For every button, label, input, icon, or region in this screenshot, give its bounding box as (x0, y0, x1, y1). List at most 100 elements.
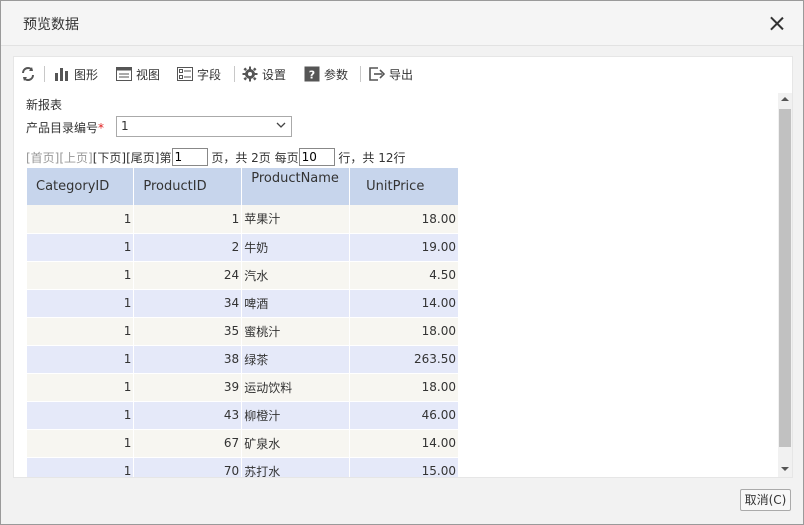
field-button[interactable]: 字段 (177, 65, 221, 83)
cell-product-id: 35 (133, 317, 243, 346)
current-page-input[interactable] (171, 148, 208, 166)
category-select[interactable]: 1 (116, 116, 292, 137)
cell-unit-price: 14.00 (349, 429, 459, 458)
view-button[interactable]: 视图 (116, 65, 160, 83)
scroll-down-icon[interactable] (781, 465, 789, 473)
cell-category-id: 1 (27, 233, 135, 262)
cell-product-id: 38 (133, 345, 243, 374)
pager-page-suffix: 行，共 12行 (334, 150, 406, 165)
cell-unit-price: 18.00 (349, 373, 459, 402)
chart-button-label: 图形 (74, 67, 99, 82)
refresh-button[interactable] (20, 65, 36, 83)
cell-product-id: 34 (133, 289, 243, 318)
param-label: 产品目录编号* (26, 119, 104, 136)
view-icon (116, 67, 132, 81)
cell-product-name: 牛奶 (241, 233, 351, 262)
prev-page-link[interactable]: [上页] (59, 149, 92, 166)
settings-button[interactable]: 设置 (242, 65, 286, 83)
cell-product-name: 苏打水 (241, 457, 351, 477)
cell-product-id: 67 (133, 429, 243, 458)
next-page-link[interactable]: [下页] (93, 149, 126, 166)
page-size-input[interactable] (298, 148, 335, 166)
question-icon: ? (304, 66, 320, 82)
column-header[interactable]: UnitPrice (349, 168, 459, 205)
cell-product-name: 柳橙汁 (241, 401, 351, 430)
cell-product-name: 绿茶 (241, 345, 351, 374)
cell-unit-price: 263.50 (349, 345, 459, 374)
cell-product-name: 蜜桃汁 (241, 317, 351, 346)
column-header[interactable]: CategoryID (27, 168, 135, 205)
param-button-label: 参数 (324, 67, 349, 82)
param-label-text: 产品目录编号 (26, 121, 99, 135)
export-icon (369, 67, 385, 81)
cell-product-id: 1 (133, 205, 243, 234)
column-header[interactable]: ProductID (133, 168, 243, 205)
chart-button[interactable]: 图形 (54, 65, 98, 83)
scrollbar-thumb[interactable] (779, 109, 791, 447)
cell-category-id: 1 (27, 345, 135, 374)
cell-category-id: 1 (27, 401, 135, 430)
cell-category-id: 1 (27, 261, 135, 290)
cell-category-id: 1 (27, 429, 135, 458)
scroll-up-icon[interactable] (781, 95, 789, 103)
refresh-icon (22, 67, 34, 81)
cell-product-id: 43 (133, 401, 243, 430)
field-icon (177, 67, 193, 81)
cell-category-id: 1 (27, 373, 135, 402)
cell-product-name: 啤酒 (241, 289, 351, 318)
preview-content: 图形 视图 字段 设置 ? 参数 导出 新报表 产品目录编号* 1 [首页] [… (13, 56, 793, 478)
cell-product-name: 运动饮料 (241, 373, 351, 402)
cell-category-id: 1 (27, 289, 135, 318)
vertical-scrollbar[interactable] (778, 93, 792, 477)
toolbar-separator (44, 66, 45, 82)
dialog-titlebar: 预览数据 (1, 1, 803, 46)
cell-unit-price: 19.00 (349, 233, 459, 262)
table-row: 1 70 苏打水 15.00 (27, 457, 459, 477)
cancel-button[interactable]: 取消(C) (740, 489, 791, 511)
first-page-link[interactable]: [首页] (26, 149, 59, 166)
cell-product-id: 39 (133, 373, 243, 402)
field-button-label: 字段 (197, 67, 222, 82)
table-row: 1 39 运动饮料 18.00 (27, 373, 459, 402)
table-body: 1 1 苹果汁 18.00 1 2 牛奶 19.00 1 24 汽水 4.50 1 34 啤酒 14.00 1 3… (27, 205, 459, 477)
settings-button-label: 设置 (262, 67, 287, 82)
cell-product-name: 苹果汁 (241, 205, 351, 234)
table-row: 1 35 蜜桃汁 18.00 (27, 317, 459, 346)
table-row: 1 34 啤酒 14.00 (27, 289, 459, 318)
table-row: 1 38 绿茶 263.50 (27, 345, 459, 374)
export-button[interactable]: 导出 (369, 65, 413, 83)
cell-category-id: 1 (27, 317, 135, 346)
table-row: 1 1 苹果汁 18.00 (27, 205, 459, 234)
toolbar-separator (360, 66, 361, 82)
cell-unit-price: 4.50 (349, 261, 459, 290)
cell-product-name: 矿泉水 (241, 429, 351, 458)
column-header[interactable]: ProductName (241, 168, 351, 205)
pager: [首页] [上页] [下页] [尾页] 第 页，共 2页 每页 行，共 12行 (26, 148, 406, 166)
svg-text:?: ? (309, 69, 315, 82)
category-select-value: 1 (121, 119, 129, 133)
toolbar: 图形 视图 字段 设置 ? 参数 导出 (14, 57, 792, 91)
cell-unit-price: 46.00 (349, 401, 459, 430)
close-icon[interactable] (767, 14, 787, 34)
last-page-link[interactable]: [尾页] (126, 149, 159, 166)
cell-category-id: 1 (27, 457, 135, 477)
table-row: 1 2 牛奶 19.00 (27, 233, 459, 262)
param-button[interactable]: ? 参数 (304, 65, 348, 83)
table-row: 1 24 汽水 4.50 (27, 261, 459, 290)
pager-page-prefix: 第 (159, 150, 172, 165)
dialog-title: 预览数据 (23, 17, 79, 33)
table-row: 1 43 柳橙汁 46.00 (27, 401, 459, 430)
toolbar-separator (234, 66, 235, 82)
preview-data-dialog: 预览数据 图形 视图 字段 设置 ? 参数 导出 新报表 产品目录编号* 1 [… (0, 0, 804, 525)
table-header-row: CategoryID ProductID ProductName UnitPri… (27, 168, 459, 205)
cell-product-id: 24 (133, 261, 243, 290)
cell-unit-price: 18.00 (349, 205, 459, 234)
data-table: CategoryID ProductID ProductName UnitPri… (27, 168, 459, 477)
cell-category-id: 1 (27, 205, 135, 234)
pager-page-mid: 页，共 2页 每页 (207, 150, 299, 165)
cell-unit-price: 15.00 (349, 457, 459, 477)
cell-unit-price: 18.00 (349, 317, 459, 346)
cell-product-id: 2 (133, 233, 243, 262)
report-name: 新报表 (26, 98, 63, 112)
cell-product-name: 汽水 (241, 261, 351, 290)
